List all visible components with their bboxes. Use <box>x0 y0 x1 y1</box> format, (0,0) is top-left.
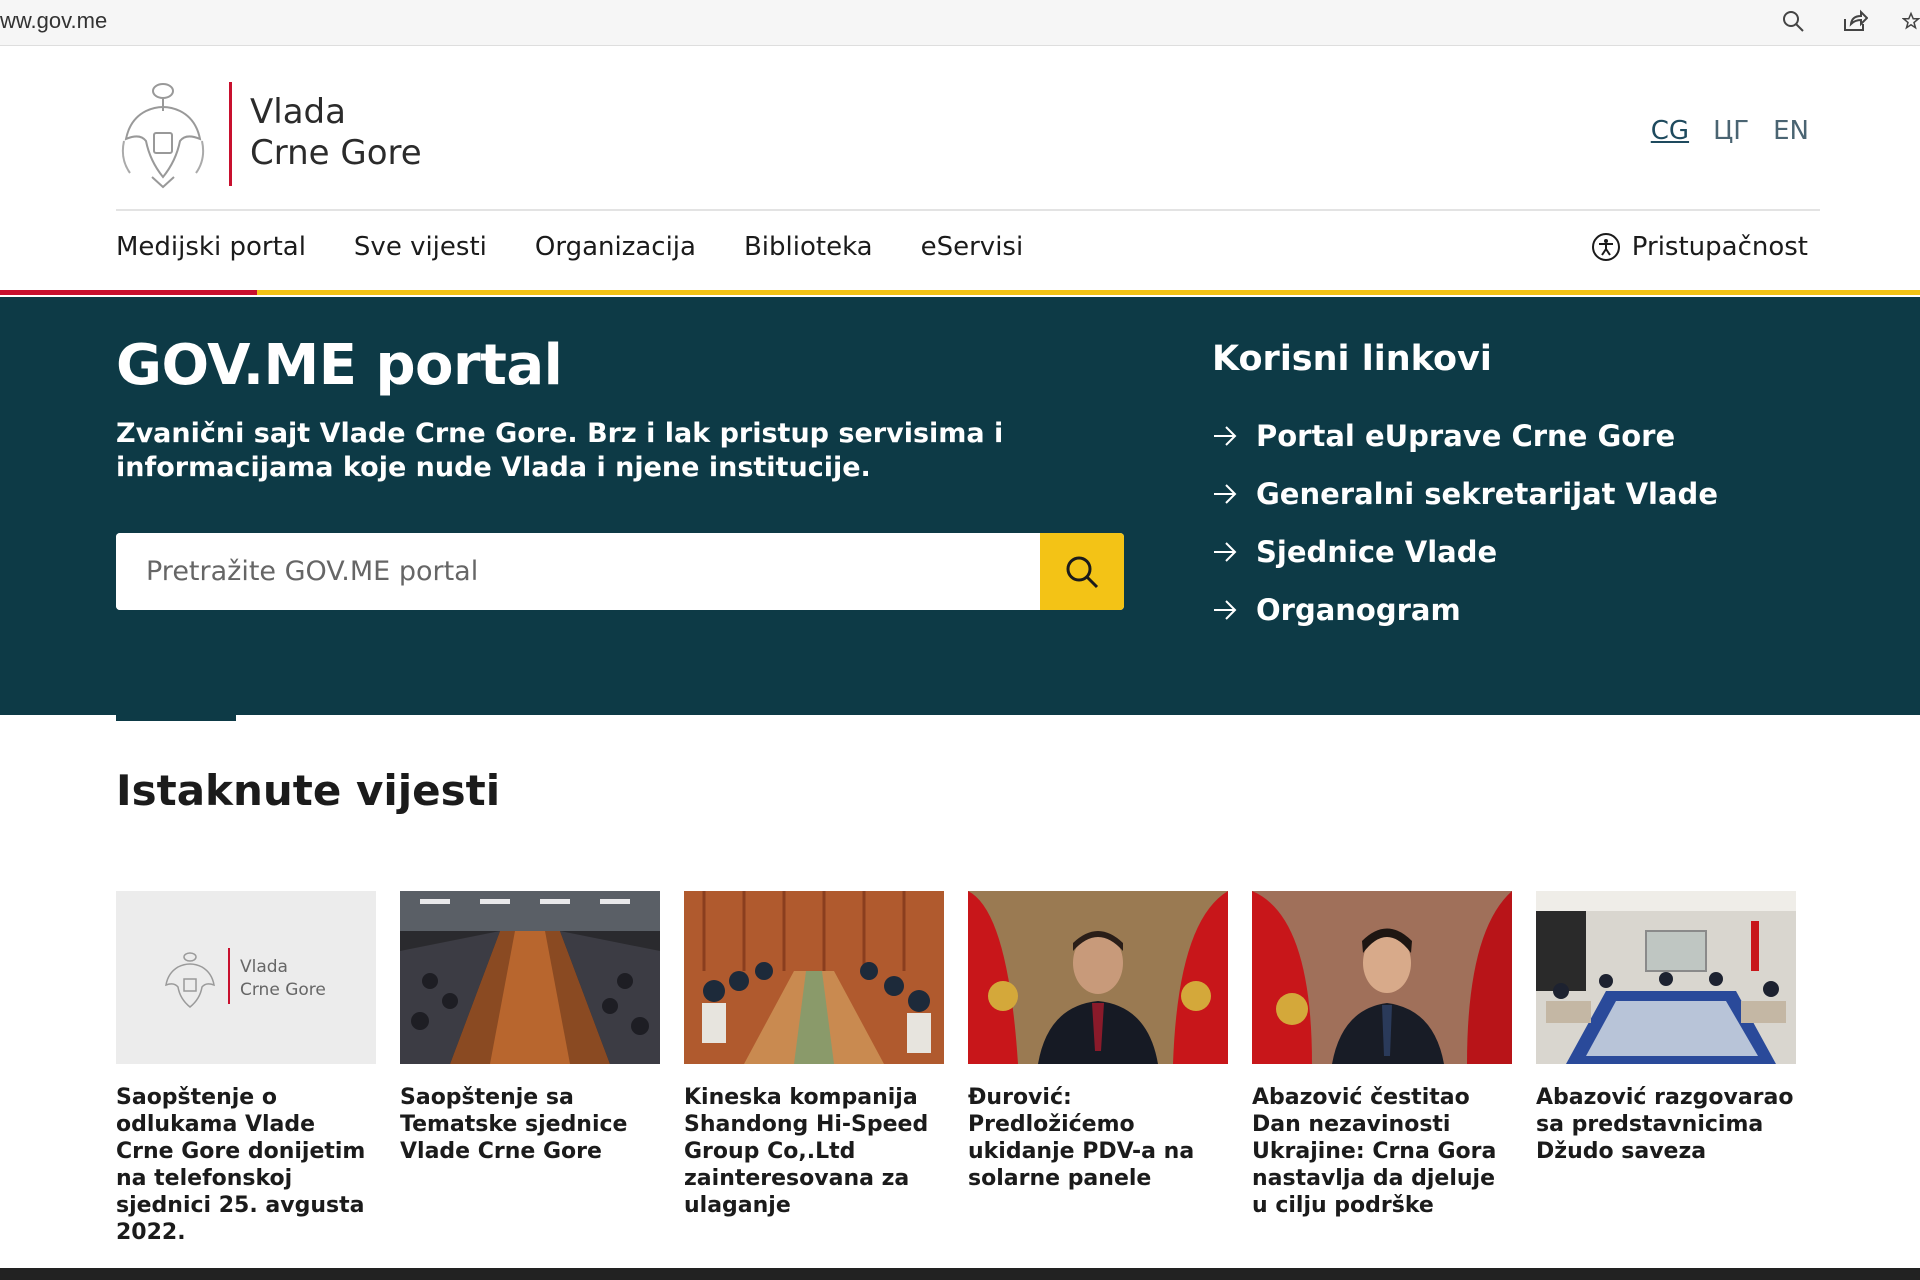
useful-links-list: Portal eUprave Crne Gore Generalni sekre… <box>1212 407 1718 639</box>
bottom-edge-bar <box>0 1268 1920 1280</box>
news-cards: Vlada Crne Gore Saopštenje o odlukama Vl… <box>116 891 1796 1246</box>
news-card[interactable]: Vlada Crne Gore Saopštenje o odlukama Vl… <box>116 891 376 1246</box>
share-icon[interactable] <box>1840 6 1870 36</box>
thumb-logo-line-2: Crne Gore <box>240 980 326 1000</box>
logo-line-2: Crne Gore <box>250 133 422 173</box>
main-nav: Medijski portal Sve vijesti Organizacija… <box>116 232 1023 262</box>
news-thumbnail-reception-room[interactable] <box>1536 891 1796 1064</box>
hero-title: GOV.ME portal <box>116 333 563 398</box>
useful-link-label: Organogram <box>1256 593 1461 627</box>
browser-bar: ww.gov.me <box>0 0 1920 46</box>
search-box <box>116 533 1124 610</box>
news-card-title[interactable]: Abazović čestitao Dan nezavinosti Ukraji… <box>1252 1084 1512 1219</box>
hero-tab-indicator <box>116 715 236 721</box>
logo-line-1: Vlada <box>250 92 346 132</box>
news-card[interactable]: Abazović čestitao Dan nezavinosti Ukraji… <box>1252 891 1512 1246</box>
url-text[interactable]: ww.gov.me <box>0 8 107 34</box>
arrow-right-icon <box>1214 600 1237 620</box>
accessibility-icon <box>1591 233 1620 261</box>
arrow-right-icon <box>1214 542 1237 562</box>
lang-cg[interactable]: CG <box>1651 116 1689 146</box>
search-icon <box>1066 556 1099 588</box>
news-card-title[interactable]: Saopštenje sa Tematske sjednice Vlade Cr… <box>400 1084 660 1165</box>
news-thumbnail-portrait-abazovic[interactable] <box>1252 891 1512 1064</box>
header-stripe-red <box>0 290 257 295</box>
news-card-title[interactable]: Abazović razgovarao sa predstavnicima Dž… <box>1536 1084 1796 1165</box>
language-switcher: CG ЦГ EN <box>1651 116 1809 146</box>
useful-link-sekretarijat[interactable]: Generalni sekretarijat Vlade <box>1212 465 1718 523</box>
hero-section: GOV.ME portal Zvanični sajt Vlade Crne G… <box>0 297 1920 715</box>
hero-subtitle: Zvanični sajt Vlade Crne Gore. Brz i lak… <box>116 418 1004 483</box>
nav-sve-vijesti[interactable]: Sve vijesti <box>354 232 487 262</box>
logo-divider <box>229 82 232 186</box>
header-stripe-yellow <box>257 290 1920 295</box>
news-thumbnail-logo[interactable]: Vlada Crne Gore <box>116 891 376 1064</box>
header-divider <box>116 209 1820 211</box>
news-card[interactable]: Đurović: Predložićemo ukidanje PDV-a na … <box>968 891 1228 1246</box>
useful-link-label: Portal eUprave Crne Gore <box>1256 419 1676 453</box>
nav-biblioteka[interactable]: Biblioteka <box>744 232 873 262</box>
lang-en[interactable]: EN <box>1773 116 1809 146</box>
arrow-right-icon <box>1214 484 1237 504</box>
site-header: Vlada Crne Gore CG ЦГ EN Medijski portal… <box>0 46 1920 295</box>
bookmark-star-icon[interactable] <box>1902 6 1920 36</box>
accessibility-button[interactable]: Pristupačnost <box>1591 232 1808 262</box>
news-card[interactable]: Abazović razgovarao sa predstavnicima Dž… <box>1536 891 1796 1246</box>
news-card-title[interactable]: Kineska kompanija Shandong Hi-Speed Grou… <box>684 1084 944 1219</box>
nav-eservisi[interactable]: eServisi <box>921 232 1024 262</box>
arrow-right-icon <box>1214 426 1237 446</box>
news-thumbnail-meeting[interactable] <box>684 891 944 1064</box>
useful-link-label: Generalni sekretarijat Vlade <box>1256 477 1718 511</box>
useful-link-label: Sjednice Vlade <box>1256 535 1498 569</box>
news-card[interactable]: Kineska kompanija Shandong Hi-Speed Grou… <box>684 891 944 1246</box>
useful-links-title: Korisni linkovi <box>1212 339 1492 379</box>
nav-medijski-portal[interactable]: Medijski portal <box>116 232 306 262</box>
news-card[interactable]: Saopštenje sa Tematske sjednice Vlade Cr… <box>400 891 660 1246</box>
news-thumbnail-portrait-durovic[interactable] <box>968 891 1228 1064</box>
search-button[interactable] <box>1040 533 1124 610</box>
zoom-icon[interactable] <box>1778 6 1808 36</box>
accessibility-label: Pristupačnost <box>1631 232 1808 262</box>
useful-link-organogram[interactable]: Organogram <box>1212 581 1718 639</box>
news-card-title[interactable]: Saopštenje o odlukama Vlade Crne Gore do… <box>116 1084 376 1246</box>
featured-news-title: Istaknute vijesti <box>116 766 501 815</box>
browser-icons <box>1778 6 1920 36</box>
useful-link-sjednice[interactable]: Sjednice Vlade <box>1212 523 1718 581</box>
nav-organizacija[interactable]: Organizacija <box>535 232 696 262</box>
logo-text[interactable]: Vlada Crne Gore <box>250 92 422 174</box>
lang-cyrillic[interactable]: ЦГ <box>1713 116 1749 146</box>
search-input[interactable] <box>116 533 1040 610</box>
thumb-logo-line-1: Vlada <box>240 957 288 977</box>
useful-link-euprava[interactable]: Portal eUprave Crne Gore <box>1212 407 1718 465</box>
coat-of-arms-logo[interactable] <box>116 81 210 191</box>
news-thumbnail-session-hall[interactable] <box>400 891 660 1064</box>
news-card-title[interactable]: Đurović: Predložićemo ukidanje PDV-a na … <box>968 1084 1228 1192</box>
